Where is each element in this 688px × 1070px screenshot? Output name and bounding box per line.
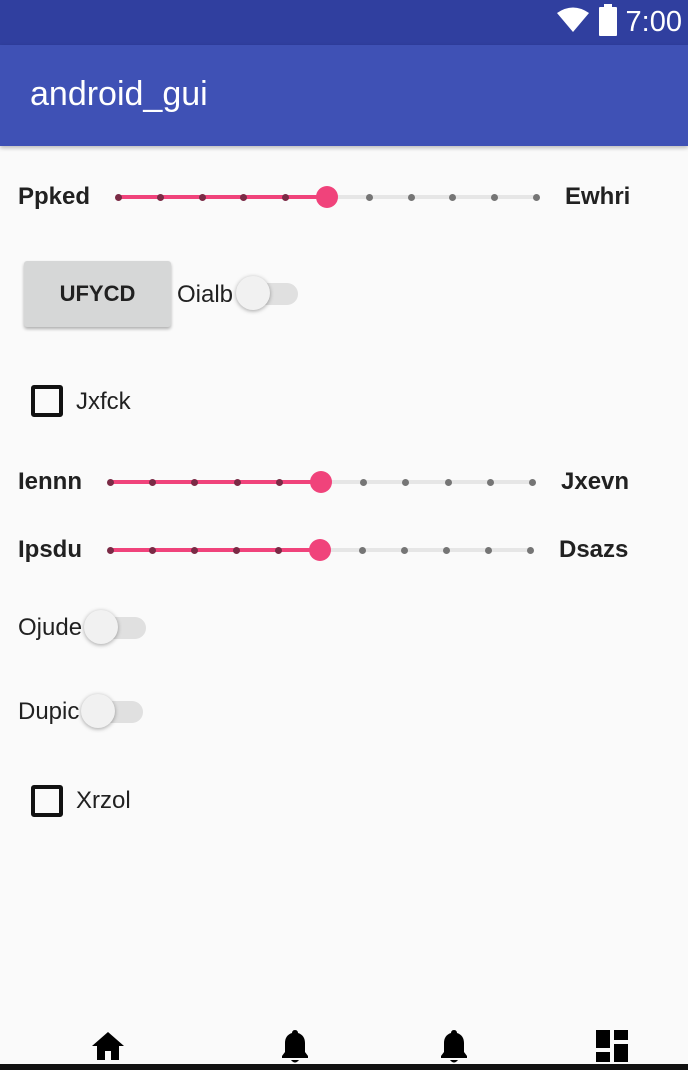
slider-tick xyxy=(401,547,408,554)
switch-oialb[interactable] xyxy=(236,273,300,313)
app-title: android_gui xyxy=(30,75,208,113)
nav-notifications-2[interactable] xyxy=(434,1028,474,1068)
wifi-icon xyxy=(556,7,590,38)
slider-tick xyxy=(275,547,282,554)
slider-tick xyxy=(485,547,492,554)
seekbar-iennn[interactable] xyxy=(107,467,536,497)
slider-tick xyxy=(191,547,198,554)
slider-tick xyxy=(233,547,240,554)
slider-tick xyxy=(149,547,156,554)
slider-tick xyxy=(156,194,164,201)
switch-thumb xyxy=(84,610,118,644)
checkbox-xrzol-label: Xrzol xyxy=(76,787,131,814)
checkbox-jxfck-label: Jxfck xyxy=(76,388,131,415)
checkbox-xrzol[interactable] xyxy=(31,785,63,817)
slider-tick xyxy=(275,479,283,486)
nav-home[interactable] xyxy=(88,1028,128,1068)
slider-1-right-label: Ewhri xyxy=(565,183,631,210)
slider-thumb[interactable] xyxy=(310,471,332,493)
switch-ojude-label: Ojude xyxy=(18,614,83,641)
slider-tick xyxy=(491,194,499,201)
slider-thumb[interactable] xyxy=(316,186,338,208)
slider-tick xyxy=(365,194,373,201)
slider-fill xyxy=(110,548,320,552)
bell-icon xyxy=(279,1028,311,1069)
slider-tick xyxy=(486,479,494,486)
slider-fill xyxy=(110,480,321,484)
slider-tick xyxy=(444,479,452,486)
status-icons: 7:00 xyxy=(556,0,682,45)
slider-tick xyxy=(191,479,199,486)
slider-tick xyxy=(449,194,457,201)
seekbar-ipsdu[interactable] xyxy=(107,535,534,565)
slider-tick xyxy=(282,194,290,201)
slider-tick xyxy=(359,547,366,554)
slider-3-left-label: Ipsdu xyxy=(18,536,82,563)
checkbox-jxfck[interactable] xyxy=(31,385,63,417)
nav-notifications-1[interactable] xyxy=(275,1028,315,1068)
switch-ojude[interactable] xyxy=(84,607,148,647)
slider-tick xyxy=(529,479,536,486)
slider-2-right-label: Jxevn xyxy=(561,468,630,495)
switch-oialb-label: Oialb xyxy=(177,281,234,308)
switch-dupic-label: Dupic xyxy=(18,698,80,725)
home-icon xyxy=(90,1030,126,1067)
slider-1-left-label: Ppked xyxy=(18,183,91,210)
bottom-edge xyxy=(0,1064,688,1070)
battery-icon xyxy=(598,4,618,41)
slider-3-right-label: Dsazs xyxy=(559,536,629,563)
bell-icon xyxy=(438,1028,470,1069)
slider-fill xyxy=(118,195,327,199)
app-bar: android_gui xyxy=(0,45,688,146)
slider-tick xyxy=(407,194,415,201)
slider-thumb[interactable] xyxy=(309,539,331,561)
switch-thumb xyxy=(236,276,270,310)
status-bar: 7:00 xyxy=(0,0,688,45)
slider-tick xyxy=(360,479,368,486)
switch-dupic[interactable] xyxy=(81,691,145,731)
slider-tick xyxy=(443,547,450,554)
switch-thumb xyxy=(81,694,115,728)
ufycd-button[interactable]: UFYCD xyxy=(24,261,171,327)
slider-tick xyxy=(402,479,410,486)
slider-tick xyxy=(107,547,114,554)
status-time: 7:00 xyxy=(625,6,682,38)
slider-tick xyxy=(240,194,248,201)
slider-tick xyxy=(107,479,114,486)
slider-tick xyxy=(198,194,206,201)
bottom-navigation xyxy=(0,1020,688,1070)
slider-tick xyxy=(533,194,540,201)
dashboard-icon xyxy=(595,1029,629,1068)
nav-dashboard[interactable] xyxy=(592,1028,632,1068)
slider-tick xyxy=(149,479,157,486)
slider-2-left-label: Iennn xyxy=(18,468,82,495)
slider-tick xyxy=(527,547,534,554)
seekbar-ppked[interactable] xyxy=(115,182,540,212)
slider-tick xyxy=(233,479,241,486)
slider-tick xyxy=(115,194,122,201)
